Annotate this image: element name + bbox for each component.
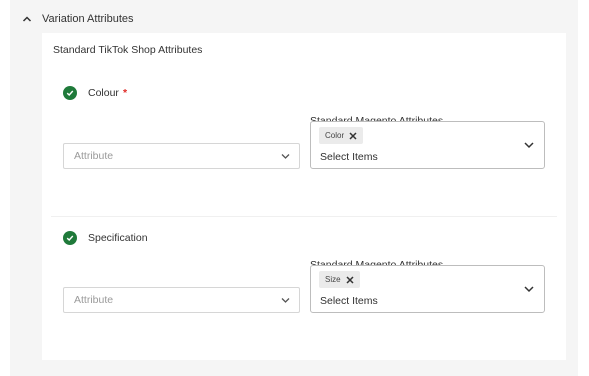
attribute-select[interactable]: Attribute	[63, 287, 300, 313]
select-items-text: Select Items	[320, 151, 378, 163]
card-title: Standard TikTok Shop Attributes	[53, 44, 203, 56]
section-title: Variation Attributes	[42, 13, 134, 25]
selected-chip: Color	[319, 127, 364, 144]
variation-attributes-section: Variation Attributes Standard TikTok Sho…	[10, 0, 578, 376]
attribute-name-text: Colour	[88, 87, 119, 99]
attribute-name: Colour *	[88, 87, 127, 99]
chevron-down-icon	[281, 154, 290, 159]
chevron-down-icon	[281, 298, 290, 303]
attributes-card: Standard TikTok Shop Attributes Colour * …	[42, 33, 566, 360]
attribute-placeholder: Attribute	[74, 150, 114, 162]
chip-label: Color	[325, 131, 345, 140]
chevron-down-icon[interactable]	[524, 285, 534, 293]
selected-chip: Size	[319, 271, 360, 288]
attribute-name-text: Specification	[88, 232, 148, 244]
attribute-name: Specification	[88, 232, 148, 244]
section-toggle[interactable]: Variation Attributes	[22, 11, 134, 27]
attribute-group-specification: Specification Standard Magento Attribute…	[51, 216, 557, 344]
check-circle-icon	[63, 231, 77, 245]
chip-label: Size	[325, 275, 341, 284]
attribute-placeholder: Attribute	[74, 294, 114, 306]
magento-attributes-multiselect[interactable]: Size Select Items	[310, 265, 545, 313]
chevron-down-icon[interactable]	[524, 141, 534, 149]
select-items-text: Select Items	[320, 295, 378, 307]
required-marker: *	[122, 87, 128, 99]
check-circle-icon	[63, 86, 77, 100]
chevron-up-icon[interactable]	[22, 14, 32, 24]
attribute-select[interactable]: Attribute	[63, 143, 300, 169]
magento-attributes-multiselect[interactable]: Color Select Items	[310, 121, 545, 169]
attribute-group-colour: Colour* Standard Magento Attributes Attr…	[51, 77, 557, 205]
close-icon[interactable]	[349, 131, 357, 140]
close-icon[interactable]	[346, 275, 354, 284]
